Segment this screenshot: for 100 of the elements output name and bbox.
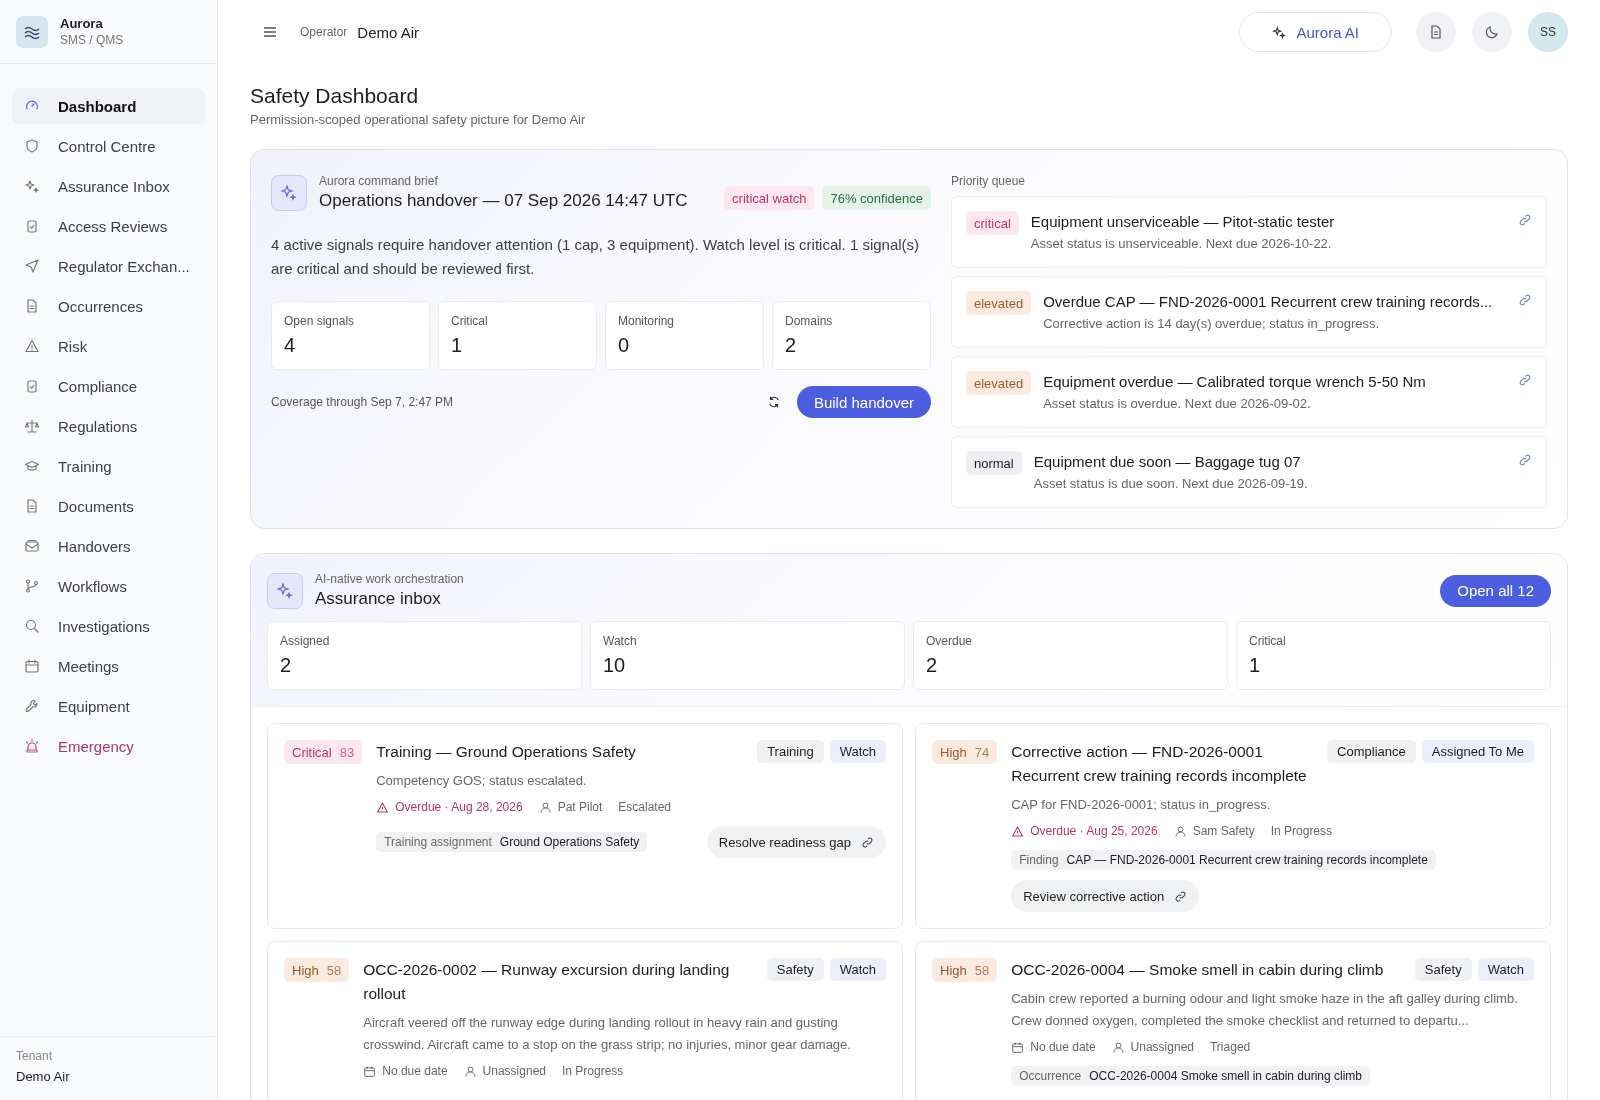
sidebar-item[interactable]: Documents: [12, 488, 205, 524]
assignee: Unassigned: [463, 1064, 546, 1078]
queue-item-title: Overdue CAP — FND-2026-0001 Recurrent crew training records...: [1043, 293, 1494, 310]
severity-badge: elevated: [966, 371, 1032, 395]
inbox-card[interactable]: [915, 941, 1551, 1100]
brief-summary: 4 active signals require handover attention (1 cap, 3 equipment). Watch level is critical. 1 signal(s) are critical and should be reviewed first.: [271, 235, 921, 279]
inbox-icon: [24, 538, 40, 554]
refresh-icon: [766, 395, 781, 409]
person-icon: [463, 1064, 477, 1078]
card-description: Cabin crew reported a burning odour and light smoke haze in the aft galley during climb. Crew donned oxygen, completed the smoke checklist and returned to departu...: [1011, 990, 1519, 1030]
sparkle-icon: [24, 178, 40, 194]
calendar-icon: [24, 658, 40, 674]
link-icon: [1174, 889, 1188, 903]
link-icon[interactable]: [1518, 293, 1532, 307]
sidebar-item[interactable]: Compliance: [12, 368, 205, 404]
open-all-button[interactable]: Open all 12: [1440, 574, 1551, 607]
sidebar-item[interactable]: Occurrences: [12, 288, 205, 324]
inbox-card[interactable]: [915, 723, 1551, 929]
person-icon: [1111, 1040, 1125, 1054]
card-action-button[interactable]: Review corrective action: [1011, 880, 1200, 912]
sidebar-item[interactable]: Access Reviews: [12, 208, 205, 244]
branch-icon: [24, 578, 40, 594]
tag: Watch: [1477, 958, 1534, 981]
document-icon: [1428, 24, 1444, 40]
warning-icon: [24, 338, 40, 354]
queue-item[interactable]: elevated Equipment overdue — Calibrated torque wrench 5-50 Nm Asset status is overdue. Next due 2026-09-02.: [951, 356, 1547, 428]
card-title: OCC-2026-0004 — Smoke smell in cabin during climb: [1011, 960, 1385, 980]
tag: Compliance: [1327, 740, 1416, 763]
inbox-eyebrow: AI-native work orchestration: [315, 572, 464, 586]
queue-title: Priority queue: [951, 174, 1027, 188]
queue-item-detail: Asset status is due soon. Next due 2026-09-19.: [1033, 476, 1309, 491]
stat-label: Assigned: [280, 634, 331, 648]
brief-title: Operations handover — 07 Sep 2026 14:47 UTC: [319, 191, 688, 211]
dark-mode-button[interactable]: [1472, 12, 1512, 52]
status-text: In Progress: [1270, 824, 1333, 838]
link-icon: [861, 835, 874, 849]
card-action-button[interactable]: Resolve readiness gap: [706, 826, 886, 858]
card-description: Aircraft veered off the runway edge during landing rollout in heavy rain and gusting crosswind. Aircraft came to a stop on the grass strip; no injuries, minor gear damage.: [363, 1014, 852, 1054]
sidebar-item[interactable]: Risk: [12, 328, 205, 364]
queue-item[interactable]: normal Equipment due soon — Baggage tug 07 Asset status is due soon. Next due 2026-09-19.: [951, 436, 1547, 508]
moon-icon: [1484, 24, 1500, 40]
brand-subtitle: SMS / QMS: [60, 33, 124, 47]
status-text: Escalated: [618, 800, 672, 814]
tenant-label: Tenant: [16, 1049, 54, 1063]
stat-label: Watch: [603, 634, 638, 648]
sidebar-item[interactable]: Emergency: [12, 728, 205, 764]
tenant-name: Demo Air: [16, 1069, 71, 1084]
link-icon[interactable]: [1518, 213, 1532, 227]
inbox-card[interactable]: [267, 941, 903, 1100]
stat-label: Overdue: [926, 634, 974, 648]
build-handover-button[interactable]: Build handover: [796, 386, 931, 418]
brief-eyebrow: Aurora command brief: [319, 174, 439, 188]
user-avatar[interactable]: SS: [1528, 12, 1568, 52]
sidebar-item[interactable]: Handovers: [12, 528, 205, 564]
sidebar-item[interactable]: Workflows: [12, 568, 205, 604]
stat-label: Critical: [451, 314, 489, 328]
link-icon[interactable]: [1518, 453, 1532, 467]
sidebar-item[interactable]: Regulator Exchan...: [12, 248, 205, 284]
siren-icon: [24, 738, 40, 754]
assignee: Unassigned: [1111, 1040, 1194, 1054]
sidebar-item[interactable]: Regulations: [12, 408, 205, 444]
sidebar-item[interactable]: Meetings: [12, 648, 205, 684]
reference-chip: Finding CAP — FND-2026-0001 Recurrent crew training records incomplete: [1011, 850, 1436, 870]
severity-badge: normal: [966, 451, 1022, 475]
tag: Watch: [829, 740, 886, 763]
sidebar-item[interactable]: Training: [12, 448, 205, 484]
brand-name: Aurora: [60, 16, 104, 31]
sidebar-item[interactable]: Dashboard: [12, 88, 205, 124]
queue-item[interactable]: critical Equipment unserviceable — Pitot-static tester Asset status is unserviceable. Next due 2026-10-22.: [951, 196, 1547, 268]
stat-value: 10: [603, 654, 627, 677]
link-icon[interactable]: [1518, 373, 1532, 387]
stat-value: 1: [1249, 654, 1262, 677]
sidebar-item[interactable]: Assurance Inbox: [12, 168, 205, 204]
wrench-icon: [24, 698, 40, 714]
status-text: Triaged: [1210, 1040, 1251, 1054]
queue-item[interactable]: elevated Overdue CAP — FND-2026-0001 Recurrent crew training records... Corrective action is 14 day(s) overdue; status in_progress.: [951, 276, 1547, 348]
send-icon: [24, 258, 40, 274]
tag: Assigned To Me: [1421, 740, 1534, 763]
status-badge: critical watch: [724, 186, 815, 210]
sidebar-item[interactable]: Control Centre: [12, 128, 205, 164]
scale-icon: [24, 418, 40, 434]
stat-value: 4: [284, 334, 297, 357]
tag: Safety: [1414, 958, 1472, 981]
inbox-title: Assurance inbox: [315, 589, 442, 609]
tag: Training: [757, 740, 824, 763]
sidebar-item[interactable]: Investigations: [12, 608, 205, 644]
sidebar-item[interactable]: Equipment: [12, 688, 205, 724]
severity-badge: critical: [966, 211, 1019, 235]
card-description: Competency GOS; status escalated.: [376, 772, 588, 790]
page-title: Safety Dashboard: [250, 84, 420, 108]
aurora-ai-button[interactable]: Aurora AI: [1239, 12, 1392, 52]
calendar-icon: [1011, 1040, 1025, 1054]
document-button[interactable]: [1416, 12, 1456, 52]
stat-value: 0: [618, 334, 631, 357]
card-title: Corrective action — FND-2026-0001 Recurrent crew training records incomplete: [1011, 742, 1308, 786]
tag: Watch: [829, 958, 886, 981]
queue-item-detail: Corrective action is 14 day(s) overdue; status in_progress.: [1043, 316, 1381, 331]
stat-label: Critical: [1249, 634, 1287, 648]
inbox-card[interactable]: [267, 723, 903, 929]
status-text: In Progress: [562, 1064, 624, 1078]
